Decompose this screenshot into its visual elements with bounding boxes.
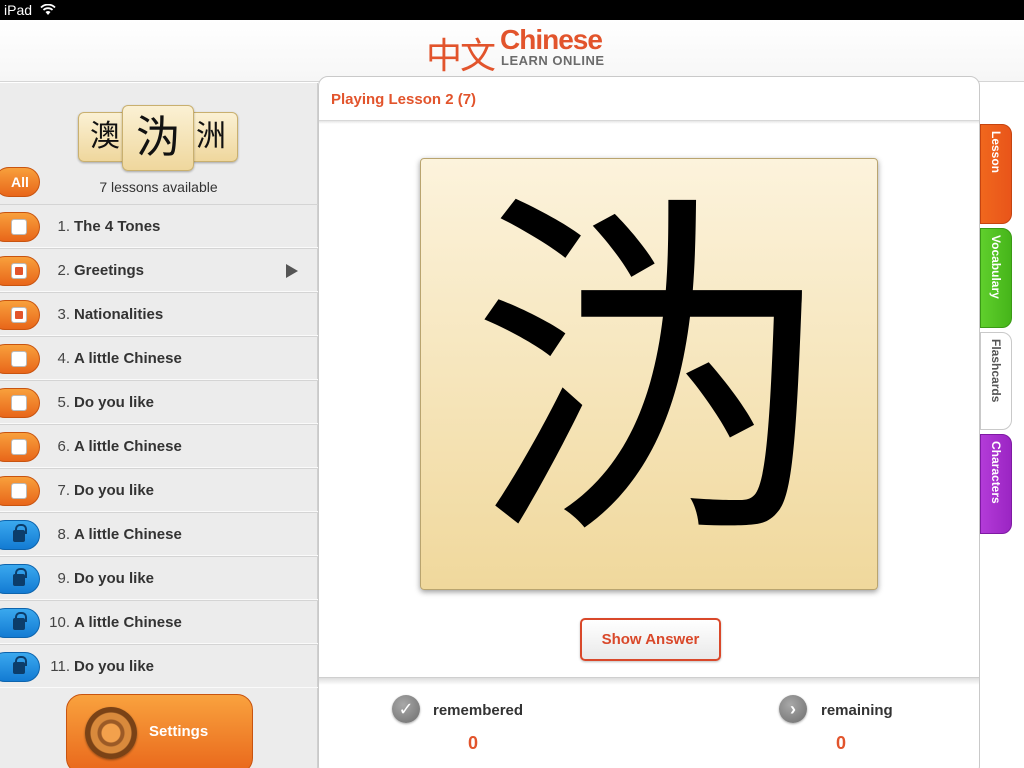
lesson-checkbox[interactable] xyxy=(0,212,40,242)
checkbox-checked-icon xyxy=(11,263,27,279)
lesson-number: 4. xyxy=(57,350,70,367)
lesson-checkbox[interactable] xyxy=(0,432,40,462)
lesson-number: 5. xyxy=(57,394,70,411)
settings-button[interactable]: Settings xyxy=(66,694,253,768)
character-tiles: 澳 洲 沩 xyxy=(78,105,240,171)
char-tile-current: 沩 xyxy=(122,105,194,171)
wifi-icon xyxy=(40,1,56,21)
lesson-lock xyxy=(0,520,40,550)
device-label: iPad xyxy=(4,2,33,18)
lesson-title: Do you like xyxy=(74,658,155,675)
remaining-label: remaining xyxy=(821,702,893,719)
show-answer-button[interactable]: Show Answer xyxy=(580,618,721,661)
lesson-title: Do you like xyxy=(74,482,155,499)
lesson-lock xyxy=(0,564,40,594)
lesson-number: 11. xyxy=(50,658,70,675)
lock-icon xyxy=(13,524,27,542)
lesson-number: 9. xyxy=(57,570,70,587)
tab-vocabulary[interactable]: Vocabulary xyxy=(980,228,1012,328)
checkbox-icon xyxy=(11,351,27,367)
lesson-title: Greetings xyxy=(74,262,145,279)
page-title: Playing Lesson 2 (7) xyxy=(331,91,477,108)
lesson-item[interactable]: 3. Nationalities xyxy=(0,292,318,336)
lock-icon xyxy=(13,568,27,586)
play-arrow-icon xyxy=(286,264,298,278)
divider xyxy=(319,120,979,124)
lesson-item[interactable]: 10. A little Chinese xyxy=(0,600,318,644)
checkbox-icon xyxy=(11,395,27,411)
app-logo: 中文 Chinese LEARN ONLINE xyxy=(426,24,606,78)
logo-english-text: Chinese xyxy=(500,24,603,55)
tab-characters[interactable]: Characters xyxy=(980,434,1012,534)
gear-icon xyxy=(85,707,137,759)
lesson-number: 2. xyxy=(57,262,70,279)
remembered-count: 0 xyxy=(468,733,479,753)
remaining-count: 0 xyxy=(836,733,847,753)
lock-icon xyxy=(13,612,27,630)
tab-flashcards[interactable]: Flashcards xyxy=(980,332,1012,430)
lessons-available-label: 7 lessons available xyxy=(99,179,218,195)
select-all-button[interactable]: All xyxy=(0,167,40,197)
lesson-checkbox[interactable] xyxy=(0,388,40,418)
checkbox-icon xyxy=(11,483,27,499)
lesson-title: A little Chinese xyxy=(74,438,182,455)
lesson-list: 1. The 4 Tones 2. Greetings 3. Nationali… xyxy=(0,204,318,688)
lesson-title: A little Chinese xyxy=(74,350,182,367)
checkbox-icon xyxy=(11,219,27,235)
lesson-number: 1. xyxy=(57,218,70,235)
checkbox-checked-icon xyxy=(11,307,27,323)
lesson-number: 6. xyxy=(57,438,70,455)
lesson-item[interactable]: 2. Greetings xyxy=(0,248,318,292)
lesson-number: 7. xyxy=(57,482,70,499)
lesson-title: Do you like xyxy=(74,570,155,587)
lesson-lock xyxy=(0,652,40,682)
lesson-number: 8. xyxy=(57,526,70,543)
app-header: 中文 Chinese LEARN ONLINE xyxy=(0,20,1024,82)
logo-chinese-text: 中文 xyxy=(426,36,496,77)
remembered-label: remembered xyxy=(433,702,524,719)
lesson-checkbox[interactable] xyxy=(0,256,40,286)
settings-label: Settings xyxy=(149,723,209,740)
lesson-checkbox[interactable] xyxy=(0,476,40,506)
lesson-lock xyxy=(0,608,40,638)
flashcard-character: 沩 xyxy=(470,165,830,584)
check-icon[interactable]: ✓ xyxy=(392,695,420,723)
lesson-item[interactable]: 9. Do you like xyxy=(0,556,318,600)
lesson-title: Nationalities xyxy=(74,306,164,323)
logo-subtitle: LEARN ONLINE xyxy=(501,53,605,68)
flashcard[interactable]: 沩 xyxy=(420,158,878,590)
lesson-item[interactable]: 8. A little Chinese xyxy=(0,512,318,556)
lesson-number: 10. xyxy=(49,614,70,631)
tab-label: Vocabulary xyxy=(989,235,1003,299)
lesson-title: A little Chinese xyxy=(74,614,182,631)
checkbox-icon xyxy=(11,439,27,455)
lesson-item[interactable]: 5. Do you like xyxy=(0,380,318,424)
status-bar: iPad xyxy=(0,0,1024,20)
lesson-item[interactable]: 11. Do you like xyxy=(0,644,318,688)
lesson-number: 3. xyxy=(57,306,70,323)
chevron-right-icon[interactable]: › xyxy=(779,695,807,723)
lesson-item[interactable]: 1. The 4 Tones xyxy=(0,204,318,248)
lesson-sidebar: 澳 洲 沩 All 7 lessons available 1. The 4 T… xyxy=(0,83,318,768)
tab-label: Lesson xyxy=(989,131,1003,174)
lesson-title: The 4 Tones xyxy=(74,218,161,235)
tab-label: Characters xyxy=(989,441,1003,504)
lesson-item[interactable]: 6. A little Chinese xyxy=(0,424,318,468)
lesson-item[interactable]: 4. A little Chinese xyxy=(0,336,318,380)
divider xyxy=(319,677,979,685)
lesson-title: A little Chinese xyxy=(74,526,182,543)
lesson-checkbox[interactable] xyxy=(0,344,40,374)
lock-icon xyxy=(13,656,27,674)
tab-label: Flashcards xyxy=(989,339,1003,403)
lesson-checkbox[interactable] xyxy=(0,300,40,330)
lesson-title: Do you like xyxy=(74,394,155,411)
flashcard-panel: Playing Lesson 2 (7) 沩 Show Answer ✓ rem… xyxy=(318,76,980,768)
tab-lesson[interactable]: Lesson xyxy=(980,124,1012,224)
lesson-item[interactable]: 7. Do you like xyxy=(0,468,318,512)
